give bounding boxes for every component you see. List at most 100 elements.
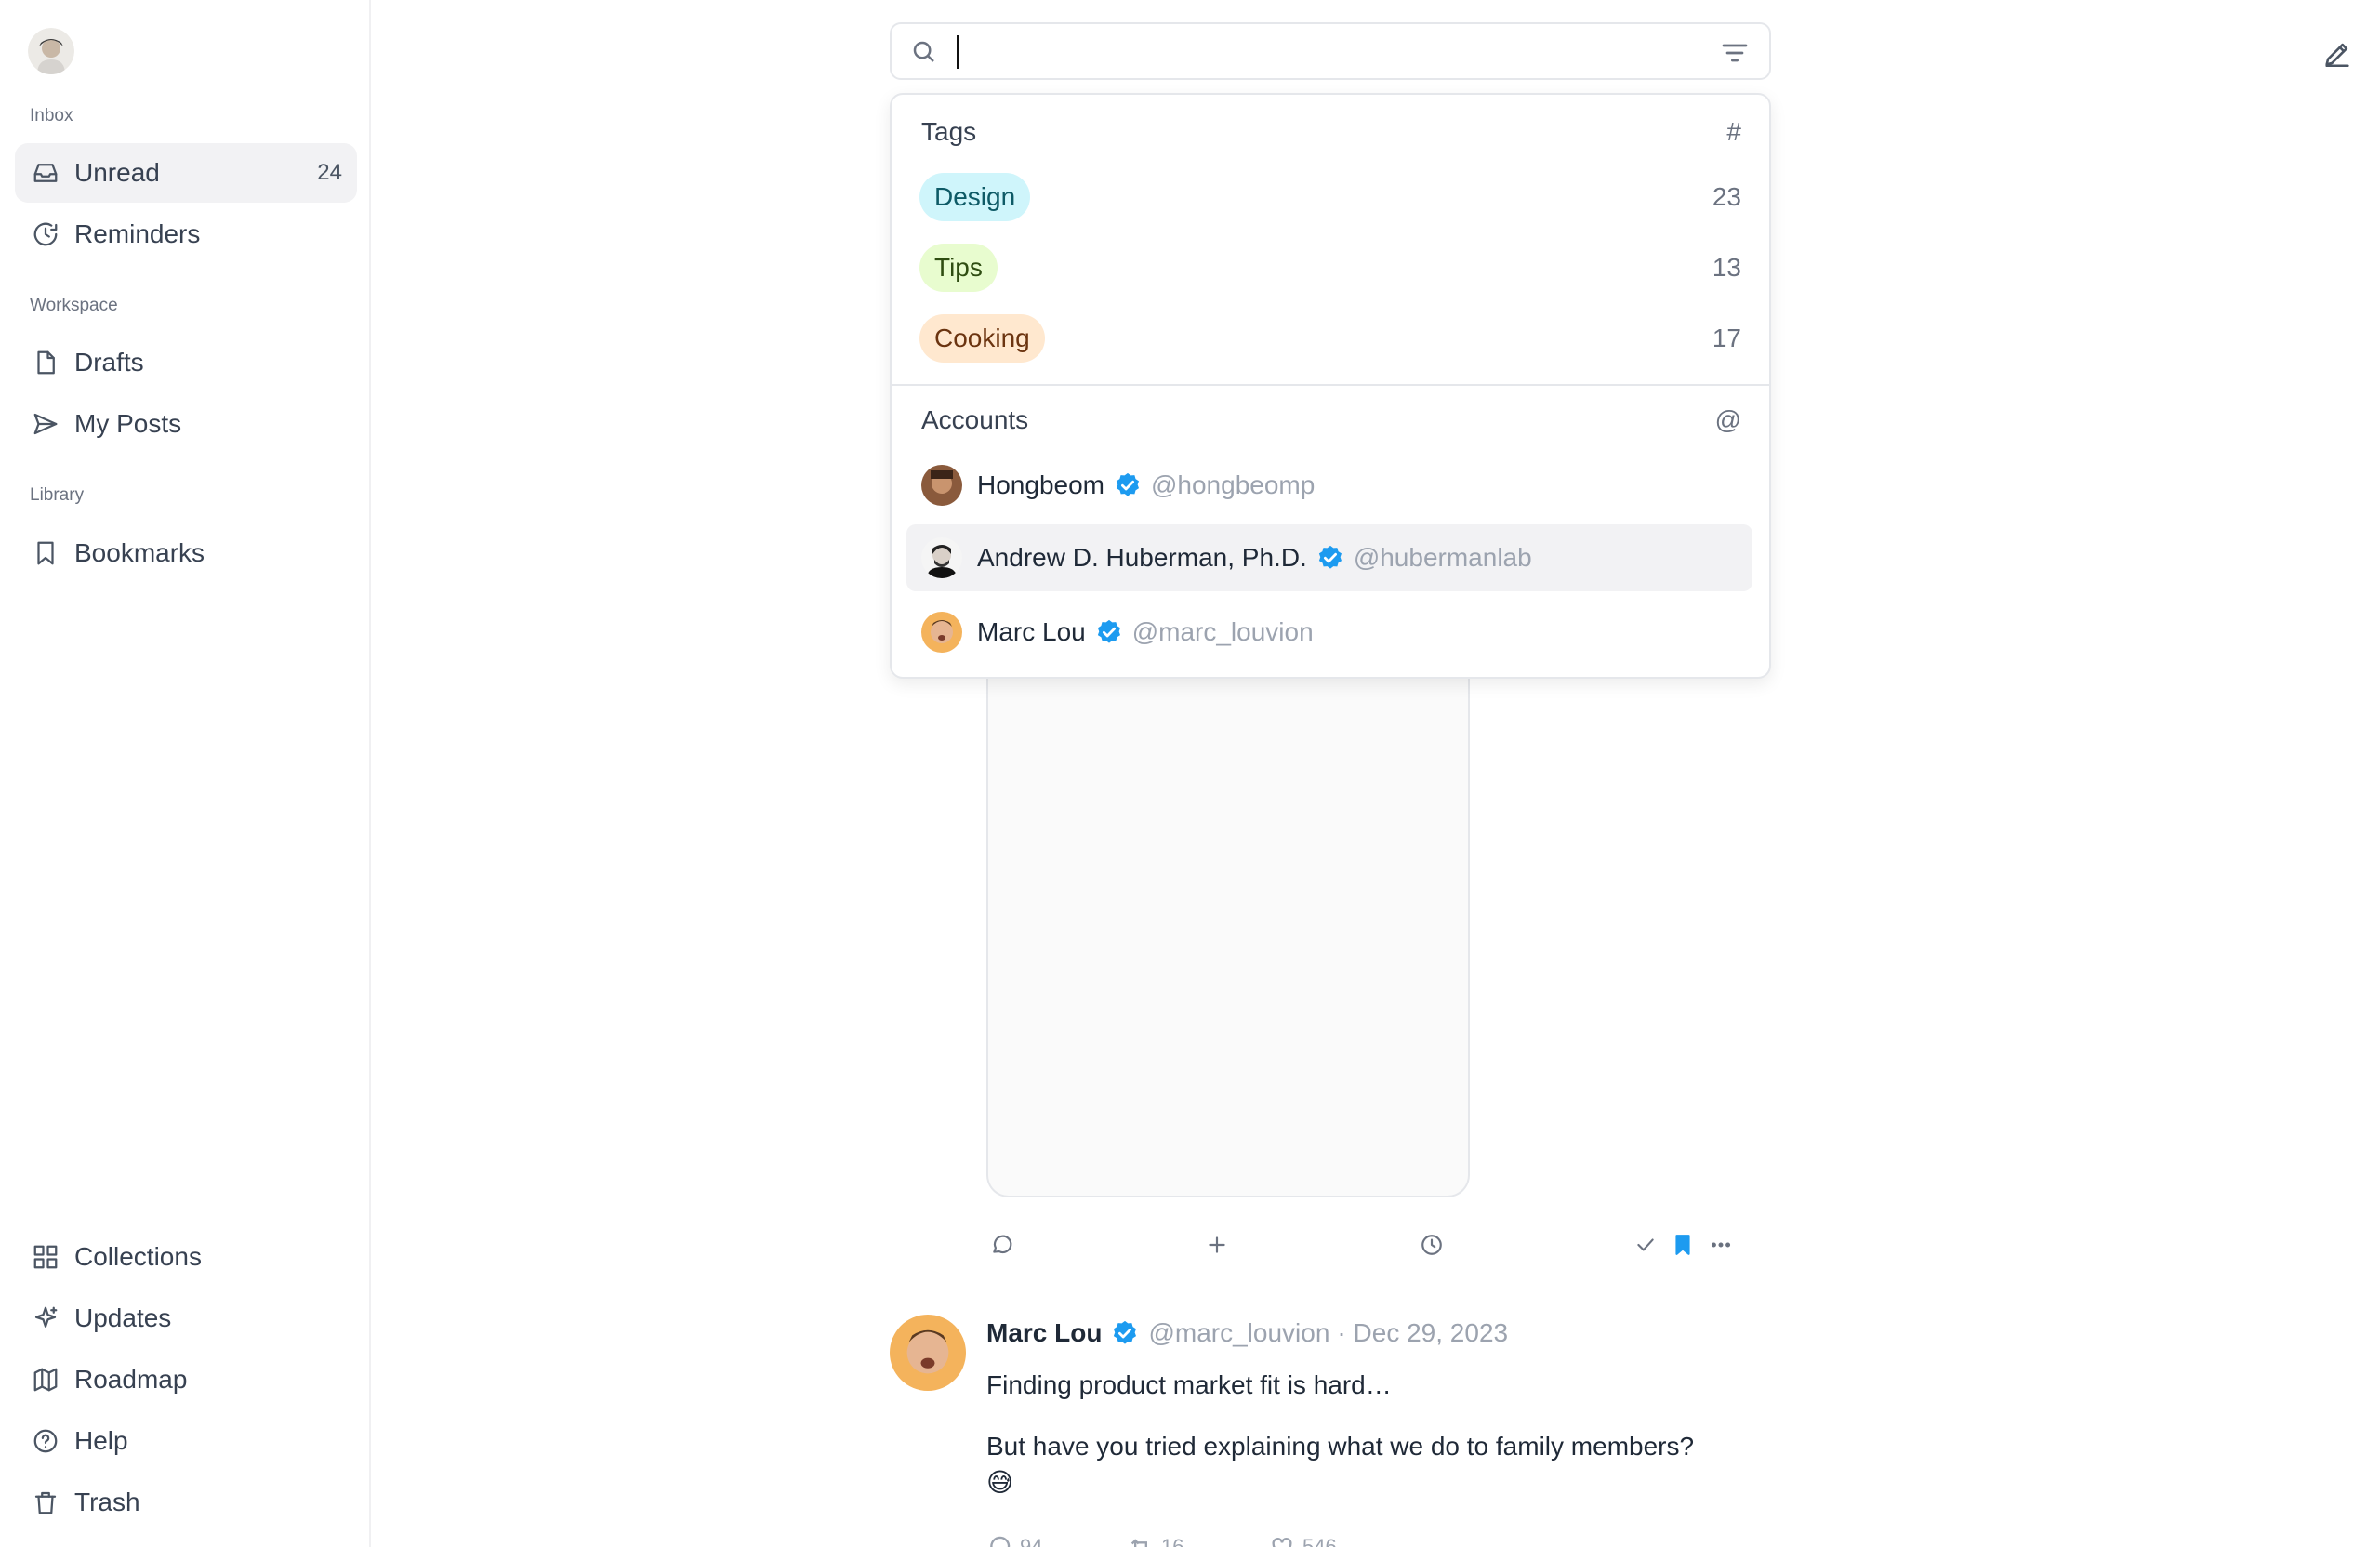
reply-count-value: 94 — [1020, 1535, 1043, 1547]
tag-cooking[interactable]: Cooking — [919, 314, 1045, 363]
reply-button[interactable] — [986, 1229, 1018, 1261]
account-handle: @marc_louvion — [1131, 617, 1314, 646]
help-icon — [30, 1425, 61, 1457]
account-name: Hongbeom — [977, 470, 1104, 499]
heart-icon — [1272, 1538, 1292, 1547]
tag-count: 17 — [1712, 324, 1741, 352]
plus-icon — [1209, 1236, 1225, 1253]
verified-badge-icon — [1116, 472, 1139, 496]
tag-count: 23 — [1712, 182, 1741, 211]
hash-icon: # — [1726, 117, 1741, 146]
sidebar-item-label: Collections — [74, 1242, 202, 1271]
verified-badge-icon — [1318, 545, 1342, 569]
post-header: Marc Lou @marc_louvion · Dec 29, 2023 — [986, 1318, 1508, 1348]
sidebar-item-reminders[interactable]: Reminders — [15, 205, 357, 264]
tag-tips[interactable]: Tips — [919, 244, 998, 292]
search-icon — [910, 38, 940, 68]
sidebar-item-roadmap[interactable]: Roadmap — [15, 1350, 357, 1409]
accounts-header: Accounts — [921, 405, 1029, 434]
sidebar-item-trash[interactable]: Trash — [15, 1473, 357, 1532]
sidebar-item-my-posts[interactable]: My Posts — [15, 394, 357, 454]
user-avatar[interactable] — [28, 28, 74, 74]
at-icon: @ — [1714, 405, 1741, 434]
unread-count: 24 — [317, 160, 342, 185]
sidebar-item-label: Help — [74, 1426, 128, 1455]
search-input[interactable] — [957, 35, 1663, 69]
bookmark-button[interactable] — [1667, 1229, 1699, 1261]
sidebar-item-label: Reminders — [74, 219, 201, 248]
grid-icon — [30, 1241, 61, 1273]
verified-badge-icon — [1097, 619, 1120, 643]
tag-count: 13 — [1712, 253, 1741, 282]
sidebar-item-collections[interactable]: Collections — [15, 1227, 357, 1287]
divider — [892, 384, 1769, 386]
comment-icon — [990, 1536, 1011, 1547]
avatar — [921, 612, 962, 653]
add-button[interactable] — [1201, 1229, 1233, 1261]
file-icon — [30, 347, 61, 378]
more-button[interactable] — [1705, 1229, 1737, 1261]
clock-icon — [1421, 1235, 1442, 1255]
account-name: Marc Lou — [977, 617, 1086, 646]
account-item[interactable]: Andrew D. Huberman, Ph.D. @hubermanlab — [906, 524, 1752, 591]
bookmark-icon — [30, 537, 61, 569]
tags-header: Tags — [921, 117, 977, 146]
post-handle: @marc_louvion — [1148, 1318, 1330, 1347]
repost-icon — [1130, 1539, 1147, 1547]
post-date: · Dec 29, 2023 — [1337, 1318, 1509, 1347]
remind-button[interactable] — [1416, 1229, 1448, 1261]
map-icon — [30, 1364, 61, 1395]
sidebar-item-drafts[interactable]: Drafts — [15, 333, 357, 392]
bookmark-filled-icon — [1675, 1235, 1690, 1255]
sidebar-item-help[interactable]: Help — [15, 1411, 357, 1471]
sparkles-icon — [30, 1302, 61, 1334]
sidebar-item-unread[interactable]: Unread 24 — [15, 143, 357, 203]
pencil-icon — [2325, 43, 2349, 68]
account-item[interactable]: Marc Lou @marc_louvion — [906, 599, 1752, 666]
account-handle: @hubermanlab — [1353, 543, 1532, 572]
search-suggestions-dropdown: Tags # Design 23 Tips 13 Cooking 17 Acco… — [890, 93, 1771, 679]
tag-design[interactable]: Design — [919, 173, 1031, 221]
sidebar-item-label: Drafts — [74, 348, 144, 377]
sidebar-item-updates[interactable]: Updates — [15, 1289, 357, 1348]
sidebar: Inbox Unread 24 Reminders Workspace Draf… — [0, 0, 371, 1547]
section-inbox: Inbox — [30, 106, 73, 126]
post-text: But have you tried explaining what we do… — [986, 1432, 1695, 1461]
account-name: Andrew D. Huberman, Ph.D. — [977, 543, 1307, 572]
account-handle: @hongbeomp — [1150, 470, 1316, 499]
repost-count[interactable]: 16 — [1128, 1534, 1183, 1547]
sidebar-item-label: Unread — [74, 158, 160, 187]
filter-icon[interactable] — [1719, 38, 1751, 68]
account-item[interactable]: Hongbeom @hongbeomp — [906, 452, 1752, 519]
avatar — [921, 465, 962, 506]
repost-count-value: 16 — [1161, 1535, 1184, 1547]
sidebar-item-label: Bookmarks — [74, 538, 205, 567]
reply-count[interactable]: 94 — [986, 1534, 1042, 1547]
like-count[interactable]: 546 — [1269, 1534, 1337, 1547]
post-author[interactable]: Marc Lou — [986, 1318, 1102, 1348]
sidebar-item-bookmarks[interactable]: Bookmarks — [15, 523, 357, 583]
clock-icon — [30, 218, 61, 250]
trash-icon — [30, 1487, 61, 1518]
post-emoji: 😅 — [986, 1468, 1014, 1497]
verified-badge-icon — [1114, 1320, 1137, 1344]
avatar[interactable] — [890, 1315, 966, 1391]
post-text: Finding product market fit is hard… — [986, 1370, 1392, 1399]
inbox-icon — [30, 157, 61, 189]
section-library: Library — [30, 485, 85, 505]
sidebar-item-label: Updates — [74, 1303, 172, 1332]
sidebar-item-label: My Posts — [74, 409, 182, 438]
check-icon — [1637, 1238, 1654, 1251]
mark-read-button[interactable] — [1630, 1229, 1661, 1261]
section-workspace: Workspace — [30, 296, 118, 315]
post-media[interactable] — [986, 669, 1470, 1197]
sidebar-item-label: Roadmap — [74, 1365, 188, 1394]
more-icon — [1711, 1242, 1731, 1248]
sidebar-item-label: Trash — [74, 1488, 140, 1516]
like-count-value: 546 — [1302, 1535, 1337, 1547]
comment-icon — [993, 1235, 1012, 1254]
search-bar — [890, 22, 1771, 80]
send-icon — [30, 408, 61, 440]
avatar — [921, 537, 962, 578]
compose-button[interactable] — [2317, 33, 2358, 74]
